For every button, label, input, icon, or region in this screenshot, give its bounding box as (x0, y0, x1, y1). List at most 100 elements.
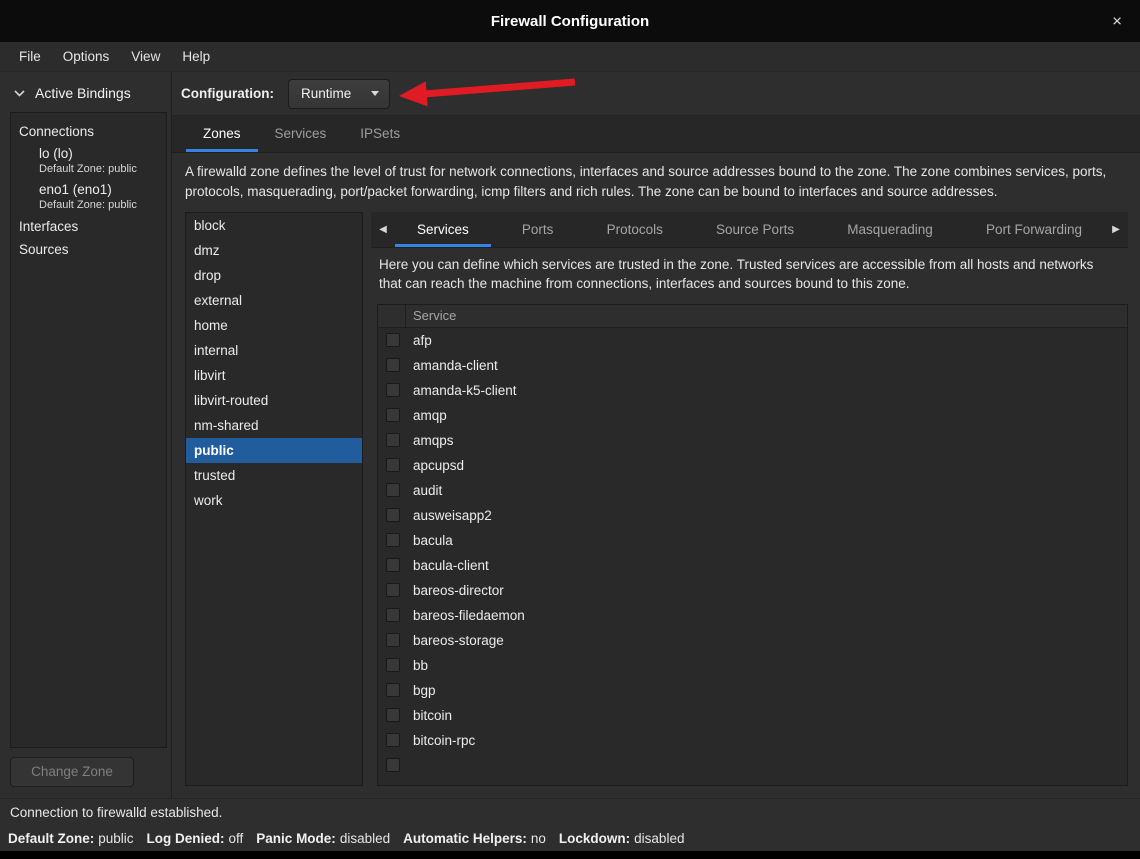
service-checkbox[interactable] (386, 533, 400, 547)
status-message: Connection to firewalld established. (10, 805, 222, 820)
zone-list-item[interactable]: libvirt-routed (186, 388, 362, 413)
zone-detail-tab[interactable]: Protocols (585, 212, 685, 247)
zone-detail-tab[interactable]: Source Ports (694, 212, 816, 247)
zone-list-item[interactable]: block (186, 213, 362, 238)
active-bindings-expander[interactable]: Active Bindings (0, 72, 171, 110)
service-name: amanda-k5-client (413, 383, 517, 398)
chevron-down-icon (14, 90, 25, 97)
service-checkbox[interactable] (386, 558, 400, 572)
tabs-scroll-left-button[interactable]: ◀ (371, 212, 395, 247)
status-pair-value: no (531, 831, 546, 846)
zone-list-item[interactable]: drop (186, 263, 362, 288)
menu-item[interactable]: Options (52, 42, 121, 71)
zone-list-item[interactable]: home (186, 313, 362, 338)
tree-item-sources[interactable]: Sources (11, 238, 166, 261)
zone-list-item[interactable]: work (186, 488, 362, 513)
table-row[interactable]: apcupsd (378, 453, 1127, 478)
configuration-dropdown[interactable]: Runtime (288, 79, 390, 109)
services-description: Here you can define which services are t… (371, 248, 1128, 304)
zone-list-item[interactable]: libvirt (186, 363, 362, 388)
table-row[interactable]: audit (378, 478, 1127, 503)
menu-item[interactable]: View (120, 42, 171, 71)
zone-list-item[interactable]: public (186, 438, 362, 463)
zone-list-item[interactable]: external (186, 288, 362, 313)
table-row[interactable]: afp (378, 328, 1127, 353)
zone-list-item[interactable]: dmz (186, 238, 362, 263)
tab[interactable]: Services (258, 116, 344, 152)
table-row-partial[interactable] (378, 753, 1127, 778)
status-pair-label: Automatic Helpers: (403, 831, 527, 846)
service-name: bgp (413, 683, 436, 698)
bindings-tree: Connections lo (lo) Default Zone: public… (10, 112, 167, 748)
service-name: bitcoin-rpc (413, 733, 475, 748)
change-zone-button[interactable]: Change Zone (10, 757, 134, 787)
service-name: bacula (413, 533, 453, 548)
service-checkbox[interactable] (386, 658, 400, 672)
service-checkbox[interactable] (386, 383, 400, 397)
statusbar: Connection to firewalld established. (0, 798, 1140, 825)
body: Active Bindings Connections lo (lo) Defa… (0, 72, 1140, 798)
status-pair: Default Zone: public (8, 831, 134, 846)
table-row[interactable]: amqps (378, 428, 1127, 453)
table-row[interactable]: bareos-filedaemon (378, 603, 1127, 628)
zones-description: A firewalld zone defines the level of tr… (172, 153, 1140, 212)
service-name: apcupsd (413, 458, 464, 473)
service-checkbox[interactable] (386, 433, 400, 447)
tab[interactable]: Zones (186, 116, 258, 152)
table-row[interactable]: bareos-director (378, 578, 1127, 603)
table-row[interactable]: bitcoin (378, 703, 1127, 728)
table-row[interactable]: ausweisapp2 (378, 503, 1127, 528)
menu-item[interactable]: File (8, 42, 52, 71)
zone-detail-tab[interactable]: Ports (500, 212, 576, 247)
table-row[interactable]: bacula-client (378, 553, 1127, 578)
menubar: File Options View Help (0, 42, 1140, 72)
main-panel: Configuration: Runtime Zones (172, 72, 1140, 798)
tree-item-connection[interactable]: lo (lo) Default Zone: public (11, 143, 166, 179)
tree-item-interfaces[interactable]: Interfaces (11, 215, 166, 238)
table-row[interactable]: bitcoin-rpc (378, 728, 1127, 753)
configuration-label: Configuration: (181, 86, 274, 101)
status-pair: Panic Mode: disabled (256, 831, 390, 846)
service-checkbox[interactable] (386, 608, 400, 622)
zone-list-item[interactable]: trusted (186, 463, 362, 488)
zone-list-item[interactable]: nm-shared (186, 413, 362, 438)
table-row[interactable]: bgp (378, 678, 1127, 703)
service-checkbox[interactable] (386, 508, 400, 522)
service-checkbox[interactable] (386, 758, 400, 772)
service-checkbox[interactable] (386, 483, 400, 497)
zone-detail-tab[interactable]: Services (395, 212, 491, 247)
status-pair: Log Denied: off (147, 831, 244, 846)
table-row[interactable]: amqp (378, 403, 1127, 428)
status-pair-value: disabled (634, 831, 684, 846)
tree-item-connection[interactable]: eno1 (eno1) Default Zone: public (11, 179, 166, 215)
table-row[interactable]: amanda-client (378, 353, 1127, 378)
service-name: amqps (413, 433, 454, 448)
service-checkbox[interactable] (386, 708, 400, 722)
service-checkbox[interactable] (386, 358, 400, 372)
tab[interactable]: IPSets (343, 116, 417, 152)
active-bindings-label: Active Bindings (35, 85, 131, 101)
tabs-scroll-right-button[interactable]: ▶ (1104, 212, 1128, 247)
arrow-left-icon: ◀ (379, 224, 387, 235)
table-row[interactable]: bacula (378, 528, 1127, 553)
close-icon[interactable]: × (1112, 13, 1122, 30)
zone-list-item[interactable]: internal (186, 338, 362, 363)
firewall-config-window: Firewall Configuration × File Options Vi… (0, 0, 1140, 851)
service-checkbox[interactable] (386, 683, 400, 697)
zone-detail-tab[interactable]: Port Forwarding (964, 212, 1104, 247)
zone-detail-tab[interactable]: Masquerading (825, 212, 955, 247)
table-row[interactable]: amanda-k5-client (378, 378, 1127, 403)
service-checkbox[interactable] (386, 333, 400, 347)
service-checkbox[interactable] (386, 733, 400, 747)
table-row[interactable]: bareos-storage (378, 628, 1127, 653)
service-checkbox[interactable] (386, 458, 400, 472)
service-name: bacula-client (413, 558, 489, 573)
service-checkbox[interactable] (386, 583, 400, 597)
menu-item[interactable]: Help (171, 42, 221, 71)
service-name: afp (413, 333, 432, 348)
service-checkbox[interactable] (386, 408, 400, 422)
service-column-header[interactable]: Service (406, 308, 456, 323)
table-row[interactable]: bb (378, 653, 1127, 678)
service-checkbox[interactable] (386, 633, 400, 647)
tree-item-connections[interactable]: Connections (11, 120, 166, 143)
